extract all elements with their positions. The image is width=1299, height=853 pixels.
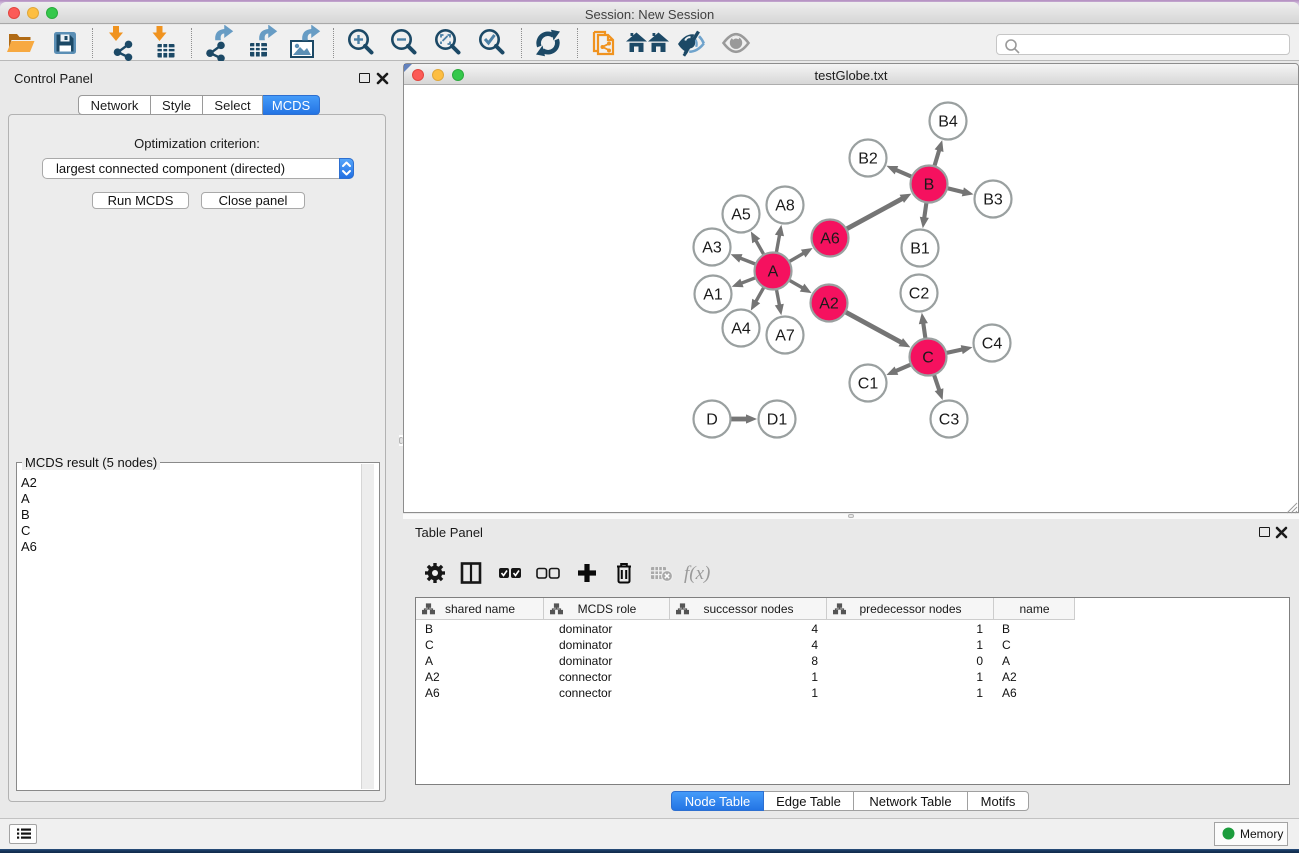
- svg-text:C: C: [922, 350, 934, 367]
- svg-text:A2: A2: [819, 296, 839, 313]
- svg-text:B2: B2: [858, 151, 878, 168]
- svg-text:C4: C4: [982, 336, 1003, 353]
- svg-text:A1: A1: [703, 287, 723, 304]
- svg-text:D: D: [706, 412, 718, 429]
- svg-text:D1: D1: [767, 412, 788, 429]
- svg-text:A6: A6: [820, 231, 840, 248]
- svg-text:A5: A5: [731, 207, 751, 224]
- svg-text:B: B: [924, 177, 935, 194]
- svg-text:A7: A7: [775, 328, 795, 345]
- svg-text:C3: C3: [939, 412, 960, 429]
- svg-text:A: A: [768, 264, 779, 281]
- svg-text:B4: B4: [938, 114, 958, 131]
- svg-text:B1: B1: [910, 241, 930, 258]
- svg-text:C2: C2: [909, 286, 930, 303]
- svg-text:C1: C1: [858, 376, 879, 393]
- svg-text:B3: B3: [983, 192, 1003, 209]
- svg-text:f(x): f(x): [684, 563, 710, 584]
- svg-text:A8: A8: [775, 198, 795, 215]
- svg-text:A4: A4: [731, 321, 751, 338]
- svg-text:A3: A3: [702, 240, 722, 257]
